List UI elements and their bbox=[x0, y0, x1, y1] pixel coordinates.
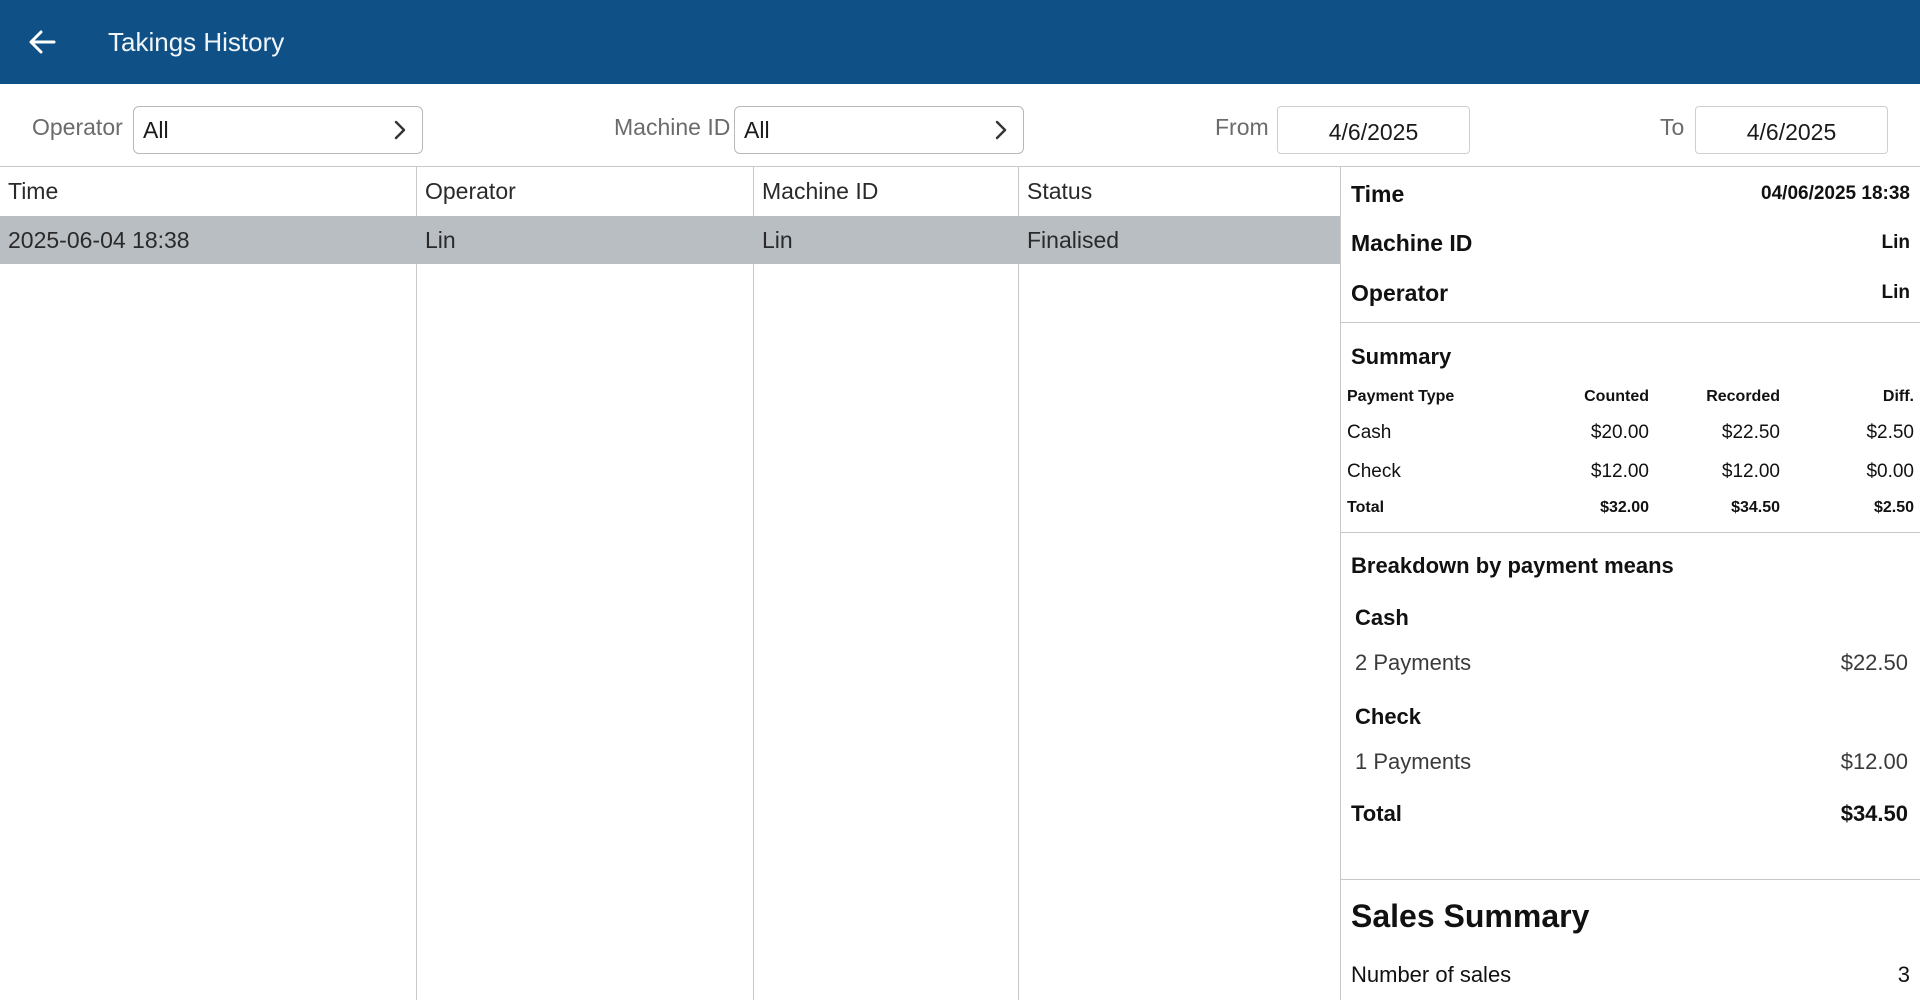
chevron-right-icon bbox=[995, 120, 1007, 140]
summary-total-row: Total $32.00 $34.50 $2.50 bbox=[1347, 491, 1914, 525]
breakdown-title: Breakdown by payment means bbox=[1351, 553, 1674, 578]
summary-header-counted: Counted bbox=[1584, 388, 1649, 405]
summary-total-cell: $32.00 bbox=[1600, 499, 1649, 516]
detail-machine-id: Machine ID Lin bbox=[1351, 223, 1910, 263]
summary-total-cell: Total bbox=[1347, 499, 1385, 516]
detail-operator-value: Lin bbox=[1881, 282, 1911, 303]
summary-cell: $0.00 bbox=[1866, 460, 1914, 482]
column-divider bbox=[1018, 167, 1019, 1000]
breakdown-check-row: 1 Payments $12.00 bbox=[1355, 745, 1908, 779]
breakdown-check-name: Check bbox=[1355, 704, 1422, 729]
summary-cell: Cash bbox=[1347, 421, 1392, 443]
breakdown-total-row: Total $34.50 bbox=[1351, 797, 1908, 831]
number-of-sales-value: 3 bbox=[1897, 962, 1910, 987]
detail-time: Time 04/06/2025 18:38 bbox=[1351, 174, 1910, 214]
summary-table: Payment Type Counted Recorded Diff. Cash… bbox=[1347, 381, 1914, 525]
operator-select[interactable]: All bbox=[133, 106, 423, 154]
summary-cell: $12.00 bbox=[1590, 460, 1649, 482]
divider bbox=[1341, 532, 1920, 533]
breakdown-cash-row: 2 Payments $22.50 bbox=[1355, 646, 1908, 680]
summary-header-row: Payment Type Counted Recorded Diff. bbox=[1347, 381, 1914, 413]
column-header-time[interactable]: Time bbox=[0, 167, 58, 215]
divider bbox=[1341, 322, 1920, 323]
cell-time: 2025-06-04 18:38 bbox=[8, 226, 190, 253]
summary-header-diff: Diff. bbox=[1882, 388, 1914, 405]
cell-operator: Lin bbox=[425, 226, 456, 253]
machine-id-select[interactable]: All bbox=[734, 106, 1024, 154]
summary-cell: $22.50 bbox=[1721, 421, 1780, 443]
column-divider bbox=[416, 167, 417, 1000]
to-date-field[interactable]: 4/6/2025 bbox=[1695, 106, 1888, 154]
details-panel: Time 04/06/2025 18:38 Machine ID Lin Ope… bbox=[1340, 166, 1920, 1000]
to-date-label: To bbox=[1660, 114, 1685, 140]
detail-machine-id-label: Machine ID bbox=[1351, 229, 1473, 256]
table-row[interactable]: 2025-06-04 18:38 Lin Lin Finalised bbox=[0, 216, 1340, 264]
breakdown-total-label: Total bbox=[1351, 801, 1402, 826]
arrow-left-icon bbox=[29, 30, 56, 54]
column-header-status[interactable]: Status bbox=[1019, 167, 1092, 215]
number-of-sales-row: Number of sales 3 bbox=[1351, 958, 1910, 992]
summary-cell: Check bbox=[1347, 460, 1401, 482]
summary-header-recorded: Recorded bbox=[1706, 388, 1780, 405]
detail-machine-id-value: Lin bbox=[1881, 232, 1911, 253]
number-of-sales-label: Number of sales bbox=[1351, 962, 1512, 987]
detail-time-label: Time bbox=[1351, 180, 1405, 207]
divider bbox=[1341, 879, 1920, 880]
breakdown-cash-amount: $22.50 bbox=[1840, 650, 1908, 675]
summary-cell: $20.00 bbox=[1590, 421, 1649, 443]
breakdown-cash-count: 2 Payments bbox=[1355, 650, 1472, 675]
takings-table: Time Operator Machine ID Status 2025-06-… bbox=[0, 166, 1340, 1000]
breakdown-total-value: $34.50 bbox=[1840, 801, 1908, 826]
summary-header-payment-type: Payment Type bbox=[1347, 388, 1455, 405]
chevron-right-icon bbox=[394, 120, 406, 140]
detail-operator: Operator Lin bbox=[1351, 273, 1910, 313]
cell-machine-id: Lin bbox=[762, 226, 793, 253]
detail-operator-label: Operator bbox=[1351, 279, 1449, 306]
operator-filter-label: Operator bbox=[32, 114, 123, 140]
page-title: Takings History bbox=[108, 26, 285, 57]
back-button[interactable] bbox=[0, 0, 84, 84]
cell-status: Finalised bbox=[1027, 226, 1120, 253]
from-date-label: From bbox=[1215, 114, 1269, 140]
app-header: Takings History bbox=[0, 0, 1920, 84]
operator-select-value: All bbox=[143, 116, 169, 143]
summary-title: Summary bbox=[1351, 344, 1452, 369]
breakdown-cash-name: Cash bbox=[1355, 605, 1409, 630]
column-header-machine-id[interactable]: Machine ID bbox=[754, 167, 878, 215]
machine-filter-label: Machine ID bbox=[614, 114, 731, 140]
summary-cell: $12.00 bbox=[1721, 460, 1780, 482]
column-header-operator[interactable]: Operator bbox=[417, 167, 516, 215]
summary-total-cell: $34.50 bbox=[1731, 499, 1780, 516]
from-date-field[interactable]: 4/6/2025 bbox=[1277, 106, 1470, 154]
filter-bar: Operator All Machine ID All From 4/6/202… bbox=[0, 84, 1920, 166]
summary-row: Check $12.00 $12.00 $0.00 bbox=[1347, 452, 1914, 491]
sales-summary-title: Sales Summary bbox=[1351, 898, 1590, 934]
column-divider bbox=[753, 167, 754, 1000]
breakdown-check-count: 1 Payments bbox=[1355, 749, 1472, 774]
summary-row: Cash $20.00 $22.50 $2.50 bbox=[1347, 413, 1914, 452]
summary-cell: $2.50 bbox=[1866, 421, 1914, 443]
summary-total-cell: $2.50 bbox=[1873, 499, 1914, 516]
machine-id-select-value: All bbox=[744, 116, 770, 143]
breakdown-check-amount: $12.00 bbox=[1840, 749, 1908, 774]
detail-time-value: 04/06/2025 18:38 bbox=[1761, 183, 1910, 204]
